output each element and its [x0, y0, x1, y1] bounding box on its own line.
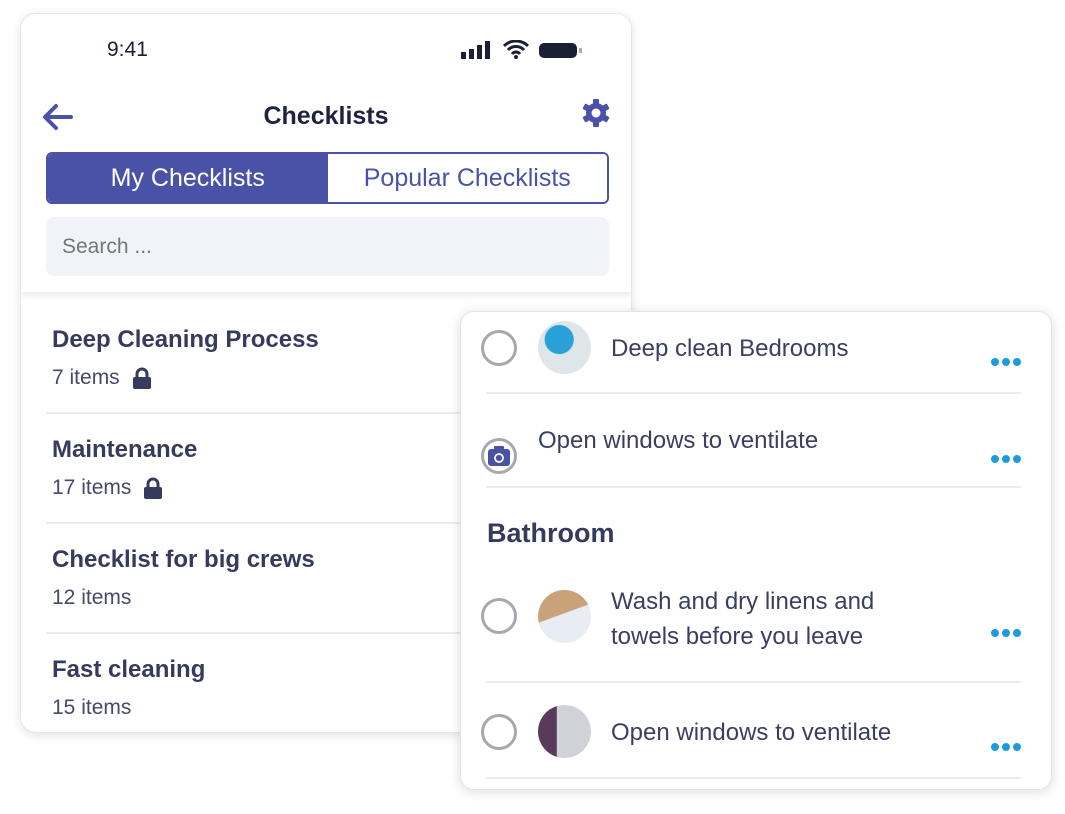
more-options-icon[interactable]	[991, 629, 1021, 637]
task-checkbox[interactable]	[481, 438, 517, 474]
tab-my-checklists[interactable]: My Checklists	[48, 154, 328, 202]
task-label-line: towels before you leave	[611, 623, 864, 650]
status-bar: 9:41	[21, 14, 631, 74]
item-count: 15 items	[52, 696, 132, 719]
checklist-detail-card: Deep clean Bedrooms Open windows to vent…	[460, 311, 1052, 790]
task-label: Open windows to ventilate	[538, 427, 819, 454]
status-time: 9:41	[107, 38, 148, 61]
header: 9:41 Checklists My Checklists Popular Ch…	[21, 14, 631, 292]
section-heading: Bathroom	[487, 518, 615, 548]
task-row[interactable]: Open windows to ventilate	[481, 683, 1021, 779]
camera-icon	[488, 446, 510, 466]
page-title: Checklists	[263, 102, 389, 130]
task-checkbox[interactable]	[481, 330, 517, 366]
task-label: Wash and dry linens and towels before you…	[611, 584, 874, 654]
gear-icon[interactable]	[581, 98, 611, 128]
task-row[interactable]: Deep clean Bedrooms	[481, 312, 1021, 394]
segmented-control: My Checklists Popular Checklists	[46, 152, 609, 204]
lock-icon	[144, 477, 163, 499]
task-label-line: Wash and dry linens and	[611, 588, 875, 615]
more-options-icon[interactable]	[991, 358, 1021, 366]
lock-icon	[132, 367, 151, 389]
task-checkbox[interactable]	[481, 714, 517, 750]
search-input[interactable]	[46, 217, 609, 276]
wifi-icon	[503, 40, 529, 59]
task-photo-thumbnail	[538, 321, 591, 374]
task-photo-thumbnail	[538, 590, 591, 643]
task-photo-thumbnail	[538, 705, 591, 758]
task-row[interactable]: Wash and dry linens and towels before you…	[481, 572, 1021, 683]
signal-icon	[461, 41, 490, 59]
more-options-icon[interactable]	[991, 455, 1021, 463]
task-label: Deep clean Bedrooms	[611, 335, 849, 362]
more-options-icon[interactable]	[991, 743, 1021, 751]
item-count: 7 items	[52, 366, 120, 389]
tab-popular-checklists[interactable]: Popular Checklists	[327, 154, 607, 202]
item-count: 17 items	[52, 476, 132, 499]
item-count: 12 items	[52, 586, 132, 609]
task-checkbox[interactable]	[481, 598, 517, 634]
task-label: Open windows to ventilate	[611, 719, 892, 746]
battery-icon	[539, 43, 582, 58]
task-row[interactable]: Open windows to ventilate	[481, 394, 1021, 488]
